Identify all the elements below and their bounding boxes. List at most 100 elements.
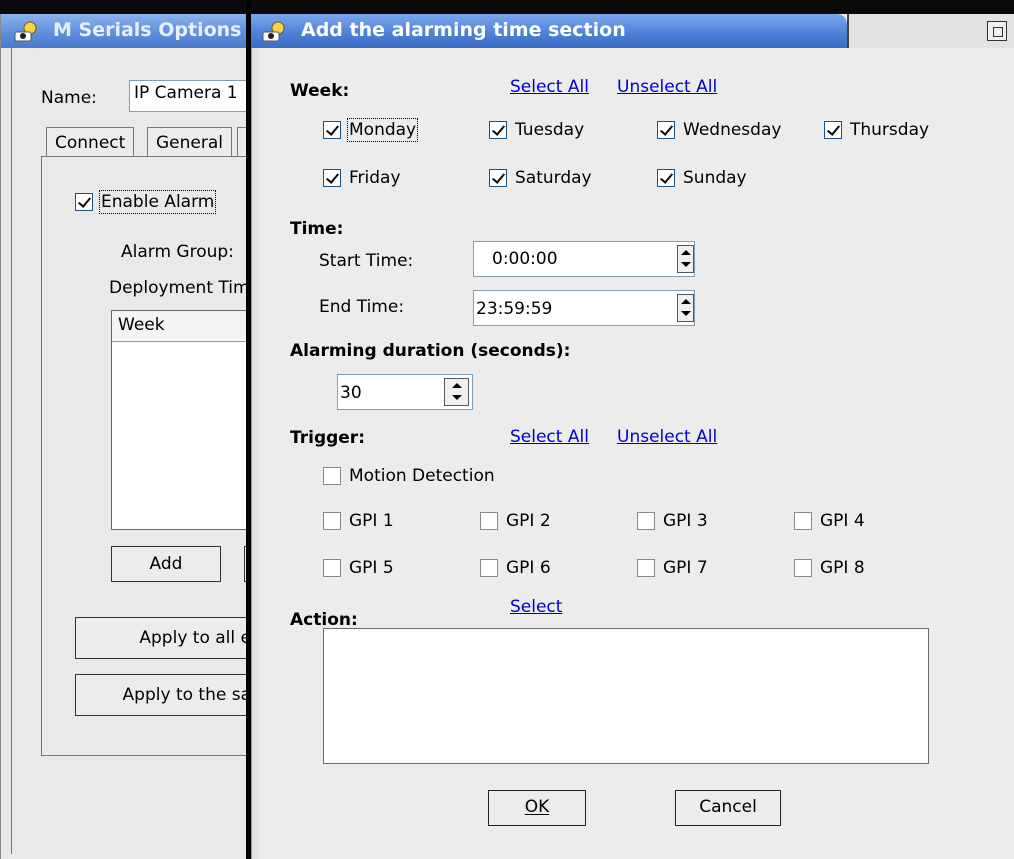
deployment-time-list[interactable]: Week bbox=[111, 310, 252, 530]
enable-alarm-label: Enable Alarm bbox=[98, 190, 217, 214]
thursday-checkbox[interactable]: Thursday bbox=[824, 120, 929, 140]
back-window: M Serials Options Name: IP Camera 1 Conn… bbox=[0, 0, 252, 859]
end-time-spinner[interactable]: 23:59:59 bbox=[473, 290, 695, 326]
tuesday-label: Tuesday bbox=[515, 120, 585, 140]
gpi-7-checkbox[interactable]: GPI 7 bbox=[637, 558, 708, 578]
app-icon bbox=[262, 21, 285, 42]
motion-detection-checkbox[interactable]: Motion Detection bbox=[323, 466, 495, 486]
check-icon[interactable] bbox=[657, 121, 675, 139]
apply-to-same-button[interactable]: Apply to the sa bbox=[75, 674, 251, 716]
check-icon[interactable] bbox=[824, 121, 842, 139]
start-time-label: Start Time: bbox=[319, 251, 414, 271]
checkbox-icon[interactable] bbox=[323, 512, 341, 530]
enable-alarm-checkbox[interactable]: Enable Alarm bbox=[75, 190, 217, 214]
gpi-8-checkbox[interactable]: GPI 8 bbox=[794, 558, 865, 578]
checkbox-icon[interactable] bbox=[637, 512, 655, 530]
tab-connect[interactable]: Connect bbox=[46, 127, 135, 157]
friday-label: Friday bbox=[349, 168, 401, 188]
action-select-link[interactable]: Select bbox=[510, 597, 562, 617]
sunday-label: Sunday bbox=[683, 168, 747, 188]
cancel-button-label: Cancel bbox=[699, 797, 757, 817]
start-time-value[interactable]: 0:00:00 bbox=[492, 249, 558, 269]
duration-stepper[interactable] bbox=[444, 378, 469, 406]
gpi-6-label: GPI 6 bbox=[506, 558, 551, 578]
trigger-select-all-link[interactable]: Select All bbox=[510, 427, 589, 447]
end-time-label: End Time: bbox=[319, 297, 405, 317]
sunday-checkbox[interactable]: Sunday bbox=[657, 168, 747, 188]
apply-to-all-button[interactable]: Apply to all e bbox=[75, 617, 251, 659]
check-icon[interactable] bbox=[489, 169, 507, 187]
trigger-unselect-all-link[interactable]: Unselect All bbox=[617, 427, 717, 447]
app-icon bbox=[14, 21, 37, 42]
tuesday-checkbox[interactable]: Tuesday bbox=[489, 120, 584, 140]
enable-alarm-check-icon[interactable] bbox=[75, 193, 93, 211]
saturday-label: Saturday bbox=[515, 168, 592, 188]
end-time-stepper[interactable] bbox=[677, 294, 694, 322]
tab-general[interactable]: General bbox=[147, 127, 232, 157]
cancel-button[interactable]: Cancel bbox=[675, 790, 781, 826]
spin-down-icon[interactable] bbox=[681, 311, 691, 316]
checkbox-icon[interactable] bbox=[637, 559, 655, 577]
gpi-6-checkbox[interactable]: GPI 6 bbox=[480, 558, 551, 578]
start-time-spinner[interactable]: 0:00:00 bbox=[473, 241, 695, 277]
gpi-2-label: GPI 2 bbox=[506, 511, 551, 531]
thursday-label: Thursday bbox=[850, 120, 930, 140]
name-input[interactable]: IP Camera 1 bbox=[129, 80, 251, 112]
week-unselect-all-link[interactable]: Unselect All bbox=[617, 77, 717, 97]
checkbox-icon[interactable] bbox=[480, 512, 498, 530]
check-icon[interactable] bbox=[323, 121, 341, 139]
gpi-7-label: GPI 7 bbox=[663, 558, 708, 578]
checkbox-icon[interactable] bbox=[323, 559, 341, 577]
end-time-value[interactable]: 23:59:59 bbox=[476, 299, 552, 319]
spin-down-icon[interactable] bbox=[452, 395, 462, 400]
gpi-5-checkbox[interactable]: GPI 5 bbox=[323, 558, 394, 578]
gpi-4-checkbox[interactable]: GPI 4 bbox=[794, 511, 865, 531]
gpi-3-checkbox[interactable]: GPI 3 bbox=[637, 511, 708, 531]
saturday-checkbox[interactable]: Saturday bbox=[489, 168, 592, 188]
dialog-titlebar[interactable]: Add the alarming time section bbox=[251, 14, 1014, 48]
check-icon[interactable] bbox=[323, 169, 341, 187]
dialog-frame bbox=[251, 48, 258, 859]
screen-top-strip bbox=[0, 0, 1014, 14]
ok-button-label: OK bbox=[524, 797, 550, 817]
trigger-section-label: Trigger: bbox=[290, 428, 365, 448]
gpi-1-checkbox[interactable]: GPI 1 bbox=[323, 511, 394, 531]
friday-checkbox[interactable]: Friday bbox=[323, 168, 401, 188]
spin-down-icon[interactable] bbox=[681, 262, 691, 267]
check-icon[interactable] bbox=[489, 121, 507, 139]
wednesday-checkbox[interactable]: Wednesday bbox=[657, 120, 793, 140]
restore-window-icon[interactable] bbox=[987, 21, 1007, 41]
alarm-group-label: Alarm Group: bbox=[121, 242, 234, 262]
checkbox-icon[interactable] bbox=[480, 559, 498, 577]
checkbox-icon[interactable] bbox=[794, 559, 812, 577]
week-select-all-link[interactable]: Select All bbox=[510, 77, 589, 97]
monday-label: Monday bbox=[346, 118, 419, 142]
back-window-titlebar[interactable]: M Serials Options bbox=[1, 14, 251, 48]
duration-value[interactable]: 30 bbox=[340, 383, 362, 403]
ok-button[interactable]: OK bbox=[488, 790, 586, 826]
add-button[interactable]: Add bbox=[111, 546, 221, 582]
motion-detection-label: Motion Detection bbox=[349, 466, 495, 486]
back-window-title: M Serials Options bbox=[53, 19, 242, 41]
start-time-stepper[interactable] bbox=[677, 245, 694, 273]
gpi-2-checkbox[interactable]: GPI 2 bbox=[480, 511, 551, 531]
week-column-header[interactable]: Week bbox=[112, 311, 252, 342]
action-section-label: Action: bbox=[290, 610, 358, 630]
time-section-label: Time: bbox=[290, 219, 344, 239]
dialog-title: Add the alarming time section bbox=[301, 19, 626, 41]
gpi-1-label: GPI 1 bbox=[349, 511, 394, 531]
action-list[interactable] bbox=[323, 628, 929, 764]
gpi-8-label: GPI 8 bbox=[820, 558, 865, 578]
check-icon[interactable] bbox=[657, 169, 675, 187]
week-column-header-label: Week bbox=[118, 315, 165, 335]
spin-up-icon[interactable] bbox=[681, 250, 691, 255]
checkbox-icon[interactable] bbox=[323, 467, 341, 485]
wednesday-label: Wednesday bbox=[683, 120, 782, 140]
gpi-4-label: GPI 4 bbox=[820, 511, 865, 531]
spin-up-icon[interactable] bbox=[681, 299, 691, 304]
monday-checkbox[interactable]: Monday bbox=[323, 118, 419, 142]
week-section-label: Week: bbox=[290, 81, 350, 101]
spin-up-icon[interactable] bbox=[452, 383, 462, 388]
duration-spinner[interactable]: 30 bbox=[337, 374, 473, 410]
checkbox-icon[interactable] bbox=[794, 512, 812, 530]
